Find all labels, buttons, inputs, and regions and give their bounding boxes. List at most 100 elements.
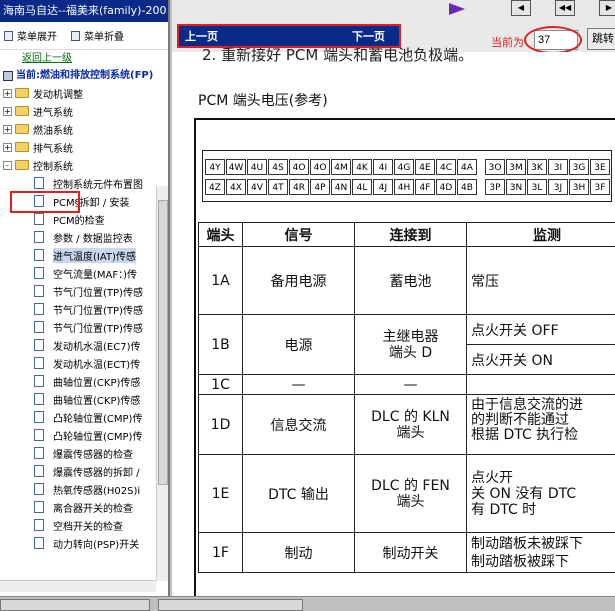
folder-icon	[15, 88, 29, 98]
collapse-label: 菜单折叠	[84, 28, 124, 43]
tree-item[interactable]: 控制系统元件布置图	[0, 174, 168, 192]
connector-pin: 3H	[569, 179, 589, 195]
tree-item[interactable]: 节气门位置(TP)传感	[0, 318, 168, 336]
cell-pin: 1D	[199, 395, 243, 455]
sidebar-toolbar: 菜单展开 菜单折叠	[0, 22, 168, 50]
tree-item[interactable]: 发动机水温(ECT)传	[0, 354, 168, 372]
expand-toggle-icon[interactable]: +	[3, 143, 12, 152]
collapse-menu-button[interactable]: 菜单折叠	[71, 28, 124, 43]
main-area: ◀ ◀◀ ▶ 上一页 下一页 当前为 跳转 2. 重新接好 PCM 端头和蓄电池…	[172, 0, 615, 610]
tree-item[interactable]: 爆震传感器的拆卸 /	[0, 462, 168, 480]
highlight-circle	[524, 26, 582, 54]
tree-item[interactable]: 参数 / 数据监控表	[0, 228, 168, 246]
document-icon	[34, 519, 44, 531]
first-page-button[interactable]: ◀◀	[555, 0, 575, 16]
tree-item-label: 节气门位置(TP)传感	[53, 284, 143, 299]
document-icon	[34, 267, 44, 279]
cell-connection: 主继电器 端头 D	[355, 315, 467, 375]
tree-item[interactable]: 凸轮轴位置(CMP)传	[0, 426, 168, 444]
tree-item-label: 热氧传感器(H02S)i	[53, 482, 140, 497]
folder-label: 排气系统	[33, 140, 73, 155]
connector-pin: 3N	[506, 179, 526, 195]
connector-pin: 3E	[590, 159, 610, 175]
tree-item[interactable]: 爆震传感器的检查	[0, 444, 168, 462]
tree-item[interactable]: 进气温度(IAT)传感	[0, 246, 168, 264]
expand-label: 菜单展开	[17, 28, 57, 43]
cell-signal: —	[243, 375, 355, 395]
document-page: 2. 重新接好 PCM 端头和蓄电池负极端。 PCM 端头电压(参考) 4Y4W…	[172, 52, 615, 610]
tree-item[interactable]: 动力转向(PSP)开关	[0, 534, 168, 552]
folder-label: 进气系统	[33, 104, 73, 119]
tree-item[interactable]: 曲轴位置(CKP)传感	[0, 390, 168, 408]
next-page-button[interactable]: 下一页	[352, 28, 385, 44]
sidebar-hscrollbar[interactable]	[0, 580, 156, 592]
tree-item-label: 曲轴位置(CKP)传感	[53, 392, 140, 407]
tree-folder[interactable]: + 进气系统	[0, 102, 168, 120]
cond-line: 制动踏板被踩下	[471, 554, 569, 570]
prev-page-button[interactable]: 上一页	[185, 28, 218, 44]
cell-condition: 由于信息交流的进 的判断不能通过 根据 DTC 执行检	[467, 395, 615, 455]
tree-folder[interactable]: +发动机调整	[0, 84, 168, 102]
next-step-button[interactable]: ▶	[599, 0, 615, 16]
expand-toggle-icon[interactable]: +	[3, 107, 12, 116]
tree-item-label: 控制系统元件布置图	[53, 176, 143, 191]
tree-item-label: 动力转向(PSP)开关	[53, 536, 139, 551]
tree-item-label: 爆震传感器的检查	[53, 446, 133, 461]
document-icon	[34, 393, 44, 405]
connector-pin: 3G	[569, 159, 589, 175]
collapse-toggle-icon[interactable]: -	[3, 161, 12, 170]
table-header: 连接到	[355, 223, 467, 247]
document-icon	[34, 429, 44, 441]
tree-item[interactable]: 热氧传感器(H02S)i	[0, 480, 168, 498]
taskbar-tab[interactable]	[158, 599, 303, 611]
cell-signal: 电源	[243, 315, 355, 375]
expand-toggle-icon[interactable]: +	[3, 89, 12, 98]
connector-pin: 4D	[436, 179, 456, 195]
connector-pin: 4Y	[205, 159, 225, 175]
tree-item[interactable]: 空气流量(MAF：)传	[0, 264, 168, 282]
tree-folder-control[interactable]: -控制系统	[0, 156, 168, 174]
cell-connection: DLC 的 FEN 端头	[355, 455, 467, 533]
tree-item-label: 曲轴位置(CKP)传感	[53, 374, 140, 389]
sidebar-vscrollbar[interactable]	[156, 186, 168, 581]
sidebar: 海南马自达--福美来(family)-200 菜单展开 菜单折叠 返回上一级 当…	[0, 0, 170, 598]
tree-item[interactable]: 曲轴位置(CKP)传感	[0, 372, 168, 390]
folder-open-icon	[15, 160, 29, 170]
tree-folder[interactable]: +燃油系统	[0, 120, 168, 138]
collapse-icon	[71, 31, 80, 41]
cell-pin: 1A	[199, 247, 243, 315]
taskbar	[0, 596, 615, 610]
expand-toggle-icon[interactable]: +	[3, 125, 12, 134]
cell-pin: 1E	[199, 455, 243, 533]
current-section-label: 当前:燃油和排放控制系统(FP)	[16, 68, 153, 84]
table-header: 端头	[199, 223, 243, 247]
connector-pin: 4T	[268, 179, 288, 195]
connector-pin: 4W	[226, 159, 246, 175]
tree-folder[interactable]: + 排气系统	[0, 138, 168, 156]
tree-item[interactable]: 节气门位置(TP)传感	[0, 300, 168, 318]
connector-diagram: 4Y4W4U4S4O4O4M4K4I4G4E4C4A3O3M3K3I3G3E4Z…	[202, 150, 612, 202]
play-icon[interactable]	[449, 3, 465, 15]
cell-condition: 点火开关 ON	[467, 345, 615, 375]
tree-item[interactable]: 凸轮轴位置(CMP)传	[0, 408, 168, 426]
tree-item[interactable]: 节气门位置(TP)传感	[0, 282, 168, 300]
tree-item[interactable]: 空档开关的检查	[0, 516, 168, 534]
prev-step-button[interactable]: ◀	[511, 0, 531, 16]
document-icon	[34, 375, 44, 387]
document-icon	[34, 537, 44, 549]
document-icon	[34, 465, 44, 477]
tree-item[interactable]: 发动机水温(EC7)传	[0, 336, 168, 354]
connector-pin: 4S	[268, 159, 288, 175]
goto-page-button[interactable]: 跳转	[587, 28, 615, 50]
tree-item[interactable]: 离合器开关的检查	[0, 498, 168, 516]
expand-menu-button[interactable]: 菜单展开	[4, 28, 57, 43]
back-link[interactable]: 返回上一级	[0, 50, 168, 68]
taskbar-tab[interactable]	[0, 599, 150, 611]
tree-item-label: 凸轮轴位置(CMP)传	[53, 428, 142, 443]
step-text: 2. 重新接好 PCM 端头和蓄电池负极端。	[202, 44, 473, 65]
tree-item-label: 空气流量(MAF：)传	[53, 266, 137, 281]
scroll-thumb[interactable]	[158, 200, 168, 485]
connector-pin: 3K	[527, 159, 547, 175]
table-row: 1F 制动 制动开关 制动踏板未被踩下制动踏板被踩下	[199, 533, 615, 573]
folder-icon	[15, 124, 29, 134]
